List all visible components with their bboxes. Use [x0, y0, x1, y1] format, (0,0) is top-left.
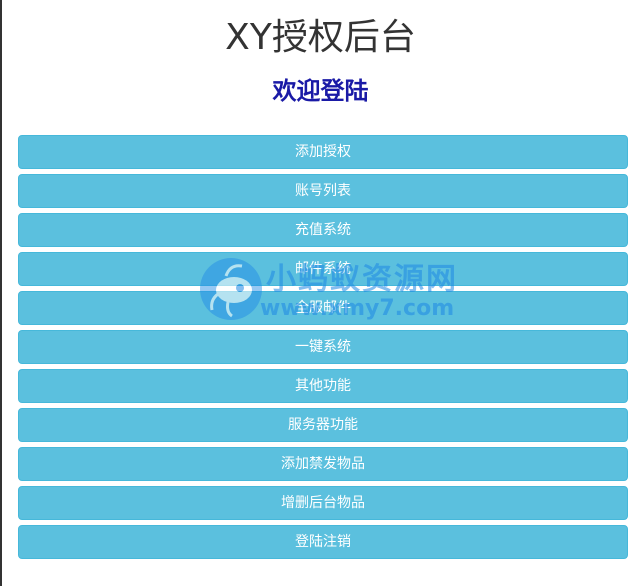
server-functions-button[interactable]: 服务器功能 [18, 408, 628, 442]
server-wide-mail-button[interactable]: 全服邮件 [18, 291, 628, 325]
recharge-system-button[interactable]: 充值系统 [18, 213, 628, 247]
manage-backend-items-button[interactable]: 增删后台物品 [18, 486, 628, 520]
page-title: XY授权后台 [225, 17, 416, 58]
welcome-subtitle: 欢迎登陆 [272, 77, 369, 105]
add-banned-items-button[interactable]: 添加禁发物品 [18, 447, 628, 481]
one-click-system-button[interactable]: 一键系统 [18, 330, 628, 364]
menu-list: 添加授权 账号列表 充值系统 邮件系统 全服邮件 一键系统 其他功能 服务器功能… [18, 135, 628, 564]
page: XY授权后台 欢迎登陆 添加授权 账号列表 充值系统 邮件系统 全服邮件 一键系… [0, 0, 639, 586]
mail-system-button[interactable]: 邮件系统 [18, 252, 628, 286]
logout-button[interactable]: 登陆注销 [18, 525, 628, 559]
other-functions-button[interactable]: 其他功能 [18, 369, 628, 403]
add-license-button[interactable]: 添加授权 [18, 135, 628, 169]
account-list-button[interactable]: 账号列表 [18, 174, 628, 208]
